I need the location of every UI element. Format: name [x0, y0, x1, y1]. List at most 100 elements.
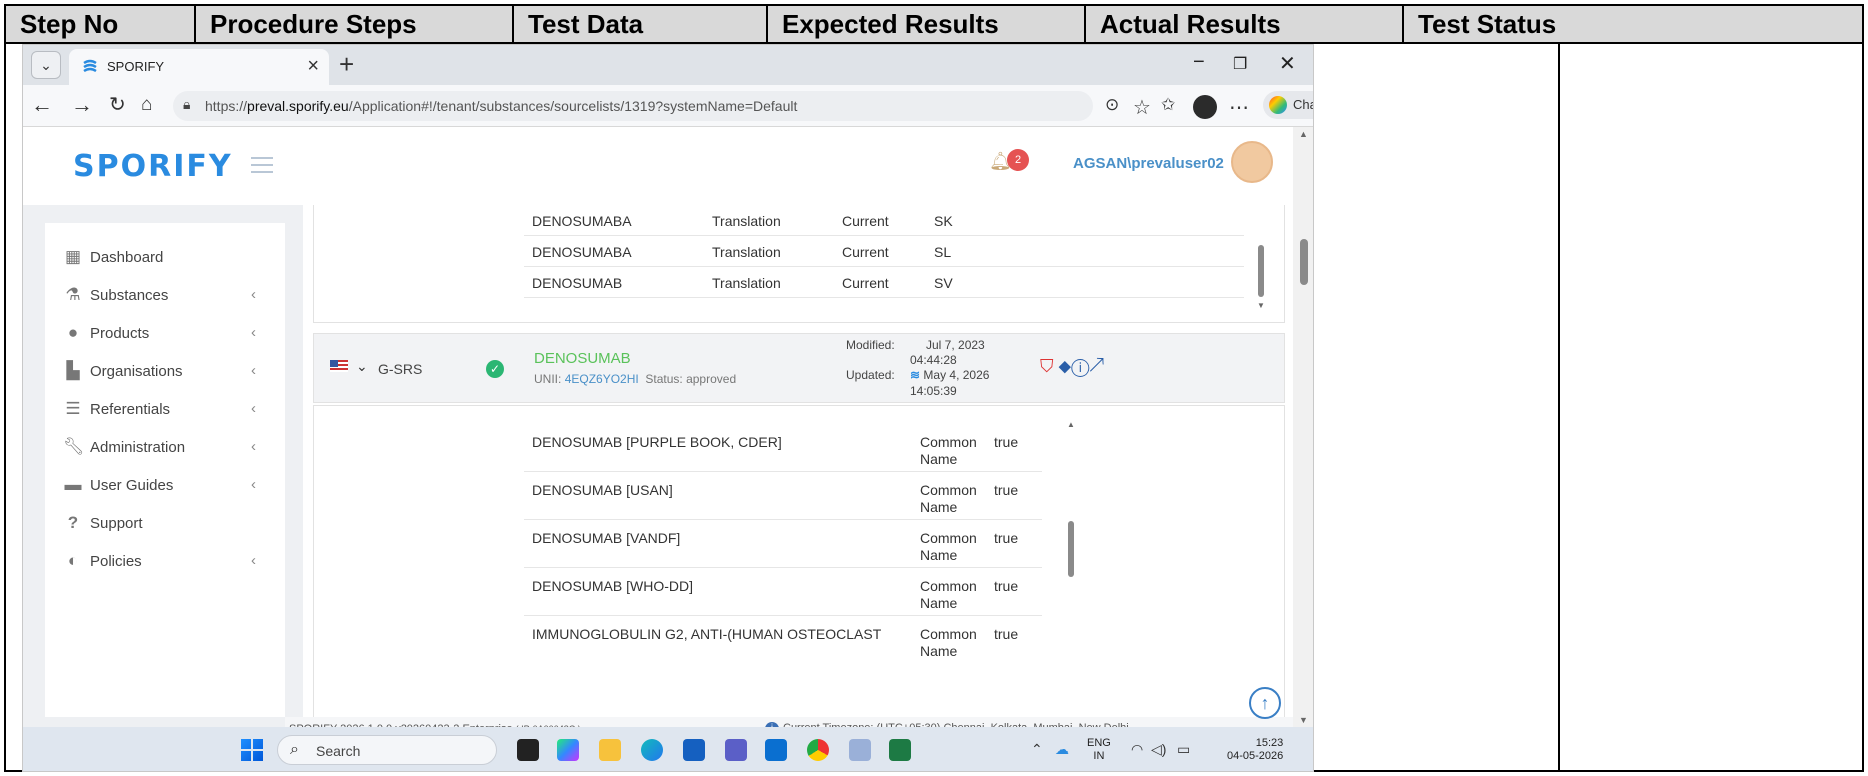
sidebar-item-organisations[interactable]: ▙ Organisations ‹ — [45, 351, 285, 391]
external-link-icon[interactable]: ↗ — [1090, 356, 1104, 376]
scroll-down-icon[interactable]: ▼ — [1299, 715, 1308, 725]
excel-icon[interactable] — [889, 739, 911, 761]
tab-strip: ⌄ SPORIFY × + − ❐ ✕ — [23, 45, 1313, 85]
table-row[interactable]: DENOSUMABA Translation Current SL — [524, 236, 1244, 267]
name-cell: DENOSUMAB [USAN] — [532, 482, 673, 498]
back-arrow-icon[interactable]: ← — [31, 93, 53, 117]
building-icon: ▙ — [66, 361, 80, 380]
user-name[interactable]: AGSAN\prevaluser02 — [1073, 155, 1224, 172]
substance-name-link[interactable]: DENOSUMAB — [534, 350, 631, 367]
sidebar-item-referentials[interactable]: ☰ Referentials ‹ — [45, 389, 285, 429]
page-scrollbar[interactable]: ▲ ▼ — [1293, 127, 1313, 727]
volume-icon[interactable]: ◁) — [1151, 741, 1166, 758]
tab-sporify[interactable]: SPORIFY × — [69, 49, 329, 85]
sidebar-item-support[interactable]: ? Support — [45, 503, 285, 543]
language-cell: SK — [934, 213, 953, 229]
forward-arrow-icon[interactable]: → — [71, 93, 93, 117]
scroll-up-icon[interactable]: ▲ — [1067, 420, 1075, 429]
scroll-up-icon[interactable]: ▲ — [1299, 129, 1308, 139]
table-row[interactable]: DENOSUMABA Translation Current SK — [524, 205, 1244, 236]
restore-icon[interactable]: ❐ — [1233, 54, 1247, 74]
web-page: SPORIFY 🔔︎ 2 AGSAN\prevaluser02 ▦ Dashbo… — [23, 127, 1313, 741]
windows-start-icon[interactable] — [241, 739, 263, 761]
substance-header[interactable]: ⌄ G-SRS ✓ DENOSUMAB UNII: 4EQZ6YO2HI Sta… — [313, 333, 1285, 403]
favorites-icon[interactable]: ✩ — [1161, 95, 1175, 115]
refresh-icon[interactable]: ↻ — [109, 93, 126, 117]
scroll-down-icon[interactable]: ▼ — [1257, 301, 1265, 310]
header-procedure-steps: Procedure Steps — [196, 6, 514, 42]
url-field[interactable]: 🔒︎ https://preval.sporify.eu/Application… — [173, 91, 1093, 121]
name-cell: DENOSUMAB — [532, 275, 623, 291]
sidebar-item-products[interactable]: ● Products ‹ — [45, 313, 285, 353]
table-row[interactable]: DENOSUMAB [USAN] Common Name true — [524, 472, 1042, 520]
language-indicator[interactable]: ENG IN — [1087, 737, 1111, 763]
home-icon[interactable]: ⌂ — [141, 93, 152, 117]
panel-scrollbar[interactable] — [1258, 245, 1264, 297]
profile-icon[interactable] — [1193, 95, 1217, 119]
store-icon[interactable] — [683, 739, 705, 761]
tags-icon[interactable]: ⬥ — [1059, 356, 1072, 376]
type-cell: Translation — [712, 275, 781, 291]
language-cell: SV — [934, 275, 953, 291]
m365-icon[interactable] — [557, 739, 579, 761]
panel-scrollbar[interactable] — [1068, 521, 1074, 577]
sidebar: ▦ Dashboard ⚗ Substances ‹ ● Products ‹ … — [45, 223, 285, 717]
info-icon[interactable]: ⓘ — [1071, 356, 1089, 376]
tab-actions-chevron-icon[interactable]: ⌄ — [31, 51, 61, 79]
page-scrollbar-thumb[interactable] — [1300, 239, 1308, 285]
table-row[interactable]: DENOSUMAB [PURPLE BOOK, CDER] Common Name… — [524, 424, 1042, 472]
scroll-to-top-icon[interactable]: ↑ — [1249, 687, 1281, 719]
clock[interactable]: 15:23 04-05-2026 — [1227, 737, 1283, 763]
hamburger-menu-icon[interactable] — [251, 157, 273, 173]
battery-icon[interactable]: ▭ — [1177, 741, 1190, 758]
onedrive-icon[interactable]: ☁ — [1055, 741, 1069, 758]
chevron-down-icon[interactable]: ⌄ — [356, 358, 368, 375]
edge-icon[interactable] — [641, 739, 663, 761]
media-player-icon[interactable] — [849, 739, 871, 761]
more-icon[interactable]: ⋯ — [1229, 95, 1249, 120]
wifi-icon[interactable]: ◠ — [1131, 741, 1143, 758]
language-cell: SL — [934, 244, 952, 260]
favorite-star-icon[interactable]: ☆ — [1133, 95, 1151, 120]
close-window-icon[interactable]: ✕ — [1279, 51, 1296, 76]
tab-close-icon[interactable]: × — [307, 55, 319, 78]
windows-taskbar: ⌕ Search ⌃ ☁ ENG IN ◠ ◁) ▭ 15:23 04-05-202… — [23, 727, 1313, 771]
sidebar-item-policies[interactable]: ◐ Policies ‹ — [45, 541, 285, 581]
file-explorer-icon[interactable] — [599, 739, 621, 761]
sidebar-item-administration[interactable]: 🔧︎ Administration ‹ — [45, 427, 285, 467]
table-row[interactable]: DENOSUMAB [VANDF] Common Name true — [524, 520, 1042, 568]
avatar[interactable] — [1231, 141, 1273, 183]
table-row[interactable]: DENOSUMAB Translation Current SV — [524, 267, 1244, 298]
unii-link[interactable]: 4EQZ6YO2HI — [565, 372, 639, 386]
task-view-icon[interactable] — [517, 739, 539, 761]
shield-icon[interactable]: ⛉ — [1040, 356, 1054, 376]
teams-icon[interactable] — [725, 739, 747, 761]
tray-chevron-up-icon[interactable]: ⌃ — [1031, 741, 1043, 758]
minimize-icon[interactable]: − — [1193, 51, 1205, 74]
table-row[interactable]: DENOSUMAB [WHO-DD] Common Name true — [524, 568, 1042, 616]
sidebar-item-label: Policies — [90, 553, 142, 570]
table-row[interactable]: IMMUNOGLOBULIN G2, ANTI-(HUMAN OSTEOCLAS… — [524, 616, 1042, 664]
chevron-left-icon: ‹ — [251, 362, 256, 379]
name-cell: DENOSUMAB [VANDF] — [532, 530, 681, 546]
chrome-icon[interactable] — [807, 739, 829, 761]
outlook-icon[interactable] — [765, 739, 787, 761]
sidebar-item-substances[interactable]: ⚗ Substances ‹ — [45, 275, 285, 315]
sidebar-item-user-guides[interactable]: ▬ User Guides ‹ — [45, 465, 285, 505]
copilot-button[interactable]: Chat — [1263, 91, 1313, 119]
site-info-icon[interactable]: 🔒︎ — [183, 96, 190, 113]
wrench-icon: 🔧︎ — [63, 437, 85, 456]
taskbar-search[interactable]: ⌕ Search — [277, 735, 497, 765]
sidebar-item-dashboard[interactable]: ▦ Dashboard — [45, 237, 285, 277]
chevron-left-icon: ‹ — [251, 476, 256, 493]
name-cell: DENOSUMAB [WHO-DD] — [532, 578, 693, 594]
sidebar-item-label: Referentials — [90, 401, 171, 418]
sporify-logo[interactable]: SPORIFY — [73, 149, 233, 184]
flag-cell: true — [994, 434, 1019, 450]
chevron-left-icon: ‹ — [251, 438, 256, 455]
type-cell: Common Name — [920, 578, 977, 611]
sidebar-item-label: Administration — [90, 439, 186, 456]
notification-badge[interactable]: 2 — [1007, 149, 1029, 171]
read-aloud-icon[interactable]: ⊙ — [1105, 95, 1119, 115]
new-tab-icon[interactable]: + — [339, 49, 354, 80]
